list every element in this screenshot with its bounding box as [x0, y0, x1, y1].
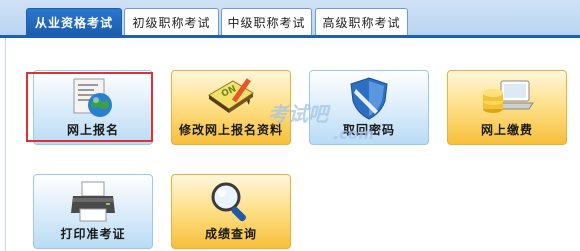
- tab-junior-title-exam[interactable]: 初级职称考试: [124, 8, 219, 36]
- tile-label: 打印准考证: [60, 227, 126, 241]
- tab-bar-rule: [0, 35, 580, 38]
- tile-label: 成绩查询: [204, 227, 257, 241]
- online-payment-button[interactable]: 网上缴费: [447, 70, 567, 145]
- magnifier-icon: [211, 182, 246, 222]
- score-inquiry-button[interactable]: 成绩查询: [171, 174, 291, 249]
- tab-bar: 从业资格考试 初级职称考试 中级职称考试 高级职称考试: [0, 0, 580, 38]
- watermark-text: 考试吧: [268, 102, 328, 126]
- tab-intermediate-title-exam[interactable]: 中级职称考试: [221, 8, 312, 36]
- tab-senior-title-exam[interactable]: 高级职称考试: [315, 8, 408, 36]
- notepad-pencil-icon: ON: [208, 78, 254, 113]
- tile-label: 网上缴费: [480, 123, 533, 137]
- watermark-subtext: .com: [333, 125, 374, 143]
- printer-icon: [71, 181, 115, 222]
- watermark-logo: 考试吧 .com: [268, 104, 378, 144]
- coins-laptop-icon: [483, 80, 534, 113]
- tab-qualification-exam[interactable]: 从业资格考试: [26, 8, 122, 36]
- selected-tile-highlight: [26, 72, 153, 142]
- left-divider: [0, 38, 6, 251]
- print-admission-ticket-button[interactable]: 打印准考证: [33, 174, 153, 249]
